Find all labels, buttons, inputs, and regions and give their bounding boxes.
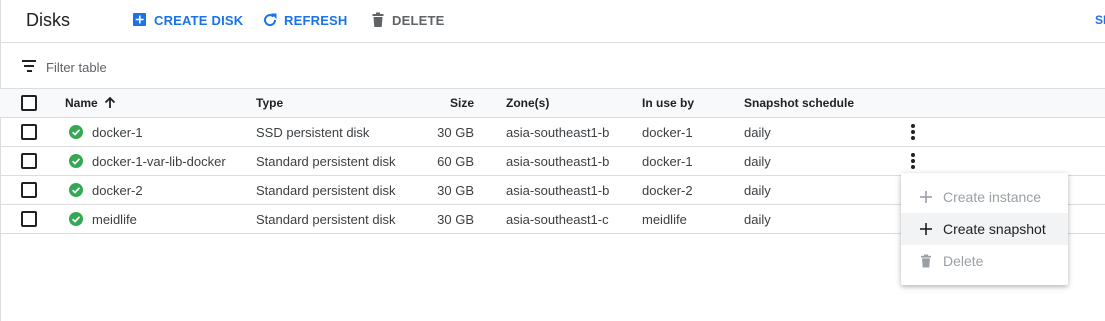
column-header-in-use-by[interactable]: In use by (642, 89, 694, 117)
row-actions-button[interactable] (906, 118, 920, 146)
row-checkbox[interactable] (21, 211, 37, 227)
column-header-type[interactable]: Type (256, 89, 283, 117)
add-box-icon (133, 13, 146, 26)
disk-size: 60 GB (437, 153, 474, 169)
filter-icon[interactable] (22, 60, 36, 72)
column-header-size[interactable]: Size (400, 89, 474, 117)
delete-label: DELETE (392, 12, 445, 28)
disk-name-link[interactable]: docker-2 (92, 183, 143, 198)
more-vert-icon (911, 124, 915, 140)
disk-type: Standard persistent disk (256, 153, 396, 169)
select-all-checkbox[interactable] (21, 95, 37, 111)
disk-size: 30 GB (437, 182, 474, 198)
menu-item-label: Create instance (943, 189, 1042, 205)
create-disk-button[interactable]: CREATE DISK (132, 12, 243, 28)
menu-item-create-snapshot[interactable]: Create snapshot (901, 213, 1068, 245)
column-header-name[interactable]: Name (65, 89, 116, 117)
check-circle-icon (69, 183, 83, 197)
column-header-snapshot-schedule[interactable]: Snapshot schedule (744, 89, 854, 117)
disk-type: SSD persistent disk (256, 124, 370, 140)
plus-icon (920, 223, 932, 235)
menu-item-label: Delete (943, 253, 984, 269)
disk-name-link[interactable]: meidlife (92, 212, 137, 227)
row-checkbox[interactable] (21, 182, 37, 198)
column-header-name-label: Name (65, 96, 98, 110)
delete-button[interactable]: DELETE (370, 12, 444, 28)
disk-in-use-by[interactable]: meidlife (642, 205, 687, 233)
page-title: Disks (26, 10, 70, 30)
disk-name-link[interactable]: docker-1 (92, 125, 143, 140)
trash-icon (921, 254, 931, 268)
row-actions-button[interactable] (906, 147, 920, 175)
trash-icon (372, 12, 384, 27)
refresh-icon (264, 13, 277, 27)
menu-item-delete[interactable]: Delete (901, 245, 1068, 277)
column-header-zone[interactable]: Zone(s) (506, 89, 549, 117)
check-circle-icon (69, 212, 83, 226)
toolbar: Disks CREATE DISK REFRESH DELETE SI (0, 0, 1105, 43)
disk-snapshot-schedule: daily (744, 153, 771, 169)
arrow-up-icon (104, 97, 115, 108)
disk-type: Standard persistent disk (256, 211, 396, 227)
filter-bar (0, 43, 1105, 89)
disk-zone: asia-southeast1-b (506, 182, 610, 198)
disk-zone: asia-southeast1-c (506, 211, 609, 227)
disk-snapshot-schedule: daily (744, 182, 771, 198)
row-checkbox[interactable] (21, 153, 37, 169)
plus-icon (920, 191, 932, 203)
disk-in-use-by[interactable]: docker-2 (642, 176, 693, 204)
disk-snapshot-schedule: daily (744, 211, 771, 227)
table-row: docker-1 SSD persistent disk 30 GB asia-… (0, 118, 1105, 147)
row-actions-menu: Create instance Create snapshot Delete (901, 173, 1068, 285)
check-circle-icon (69, 125, 83, 139)
truncated-toolbar-button[interactable]: SI (1095, 13, 1105, 27)
filter-input[interactable] (44, 55, 448, 79)
menu-item-label: Create snapshot (943, 221, 1046, 237)
create-disk-label: CREATE DISK (154, 12, 244, 28)
disk-zone: asia-southeast1-b (506, 124, 610, 140)
disk-zone: asia-southeast1-b (506, 153, 610, 169)
table-header-row: Name Type Size Zone(s) In use by Snapsho… (0, 88, 1105, 118)
menu-item-create-instance[interactable]: Create instance (901, 181, 1068, 213)
table-row: docker-1-var-lib-docker Standard persist… (0, 147, 1105, 176)
check-circle-icon (69, 154, 83, 168)
disk-in-use-by[interactable]: docker-1 (642, 147, 693, 175)
disk-size: 30 GB (437, 124, 474, 140)
disk-name-link[interactable]: docker-1-var-lib-docker (92, 154, 226, 169)
refresh-label: REFRESH (284, 12, 348, 28)
more-vert-icon (911, 153, 915, 169)
disk-snapshot-schedule: daily (744, 124, 771, 140)
refresh-button[interactable]: REFRESH (262, 12, 348, 28)
disk-in-use-by[interactable]: docker-1 (642, 118, 693, 146)
disk-type: Standard persistent disk (256, 182, 396, 198)
disk-size: 30 GB (437, 211, 474, 227)
row-checkbox[interactable] (21, 124, 37, 140)
